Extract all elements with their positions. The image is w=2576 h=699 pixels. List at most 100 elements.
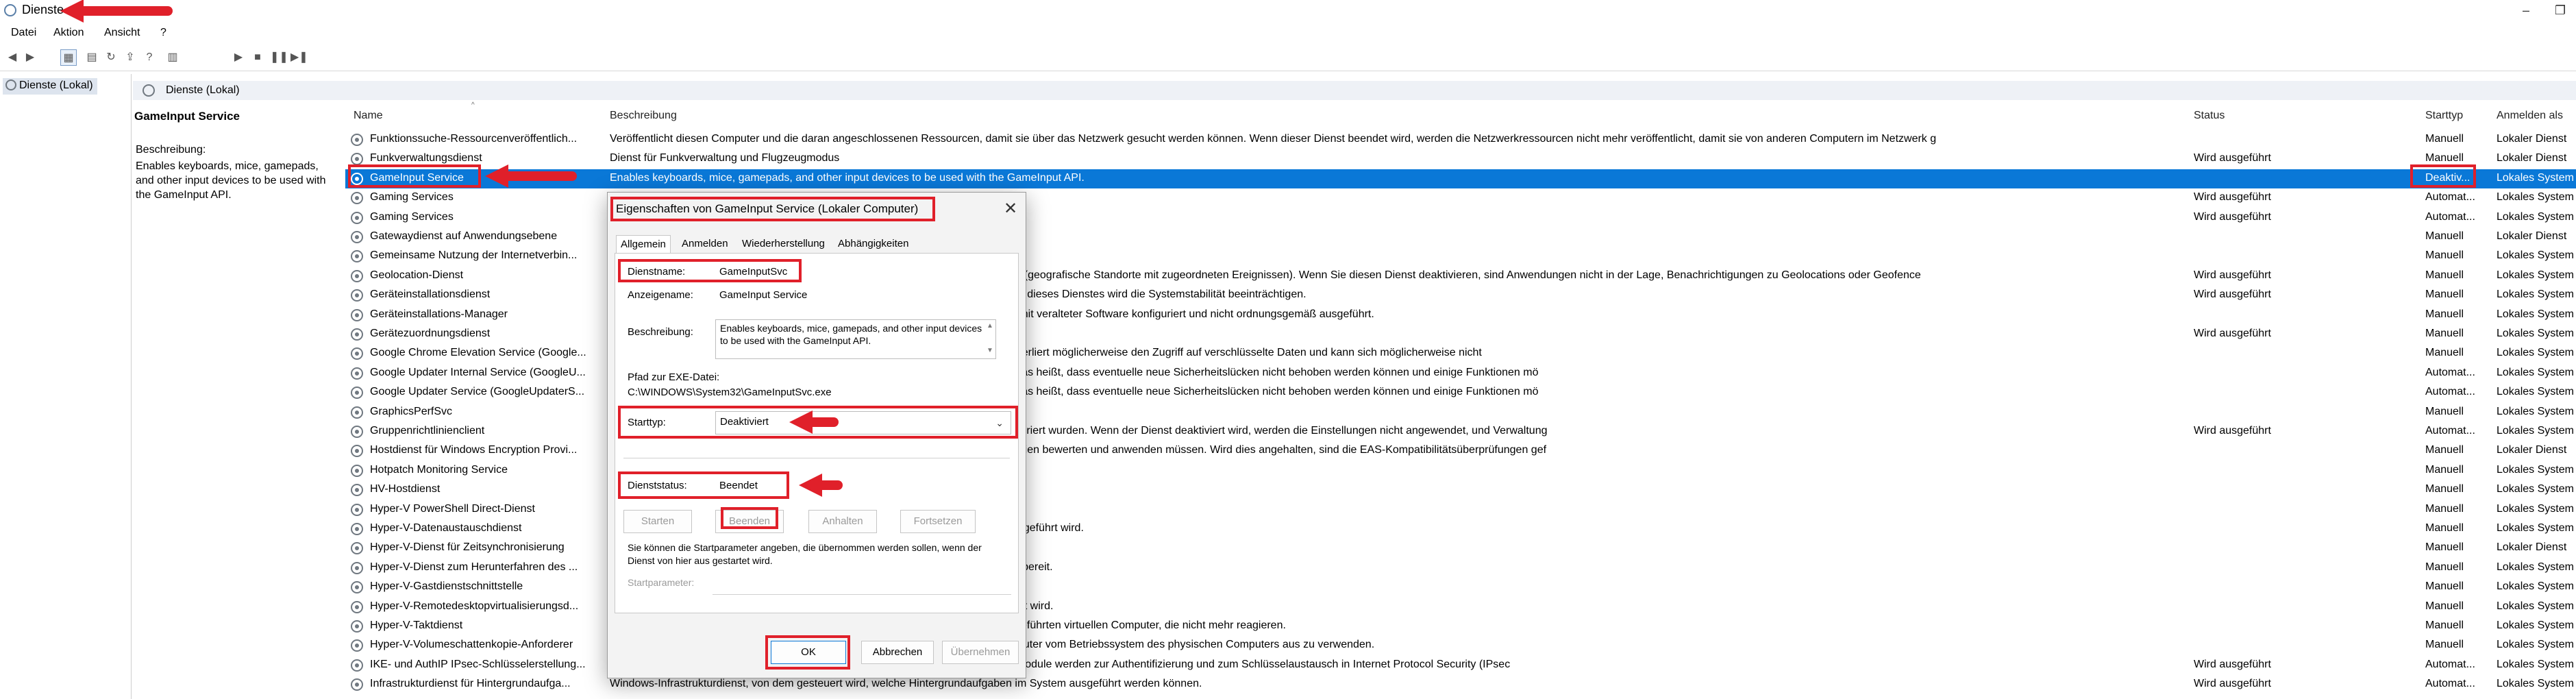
logon-cell: Lokales System: [2497, 425, 2574, 437]
refresh-icon[interactable]: ↻: [103, 49, 119, 66]
services-app-icon: [4, 4, 16, 16]
startup-type-cell: Manuell: [2425, 541, 2464, 554]
start-parameters-input[interactable]: [713, 574, 1011, 595]
logon-cell: Lokaler Dienst: [2497, 133, 2567, 145]
column-header-logon[interactable]: Anmelden als: [2497, 110, 2563, 122]
view-icon[interactable]: ▥: [164, 49, 181, 66]
menu-aktion[interactable]: Aktion: [53, 27, 84, 39]
minimize-icon[interactable]: –: [2517, 1, 2535, 19]
gear-icon: [5, 79, 16, 90]
restart-icon[interactable]: ▶❚: [290, 49, 308, 66]
service-name-cell: Gaming Services: [370, 210, 454, 223]
toolbar: ◀ ▶ ▦ ▤ ↻ ⇪ ? ▥ ▶ ■ ❚❚ ▶❚: [0, 45, 2576, 71]
gear-icon: [351, 134, 363, 146]
exe-path-value: C:\WINDOWS\System32\GameInputSvc.exe: [628, 387, 832, 398]
logon-cell: Lokales System: [2497, 269, 2574, 281]
selected-service-name: GameInput Service: [134, 110, 240, 123]
service-name-cell: Geräteinstallationsdienst: [370, 289, 491, 301]
service-name-cell: Funktionssuche-Ressourcenveröffentlich..…: [370, 133, 578, 145]
service-name-cell: Infrastrukturdienst für Hintergrundaufga…: [370, 678, 571, 690]
startup-type-cell: Manuell: [2425, 289, 2464, 301]
logon-cell: Lokales System: [2497, 678, 2574, 690]
service-status-cell: Wird ausgeführt: [2194, 152, 2271, 164]
startup-type-cell: Manuell: [2425, 308, 2464, 320]
service-name-cell: Google Chrome Elevation Service (Google.…: [370, 347, 586, 359]
show-tree-icon[interactable]: ▦: [60, 49, 77, 66]
tab-recovery[interactable]: Wiederherstellung: [738, 235, 829, 253]
restore-icon[interactable]: ❐: [2551, 1, 2569, 19]
table-row[interactable]: Funktionssuche-Ressourcenveröffentlich..…: [345, 130, 2576, 149]
start-button[interactable]: Starten: [623, 510, 692, 533]
column-header-name[interactable]: Name: [354, 110, 383, 122]
gear-icon: [351, 600, 363, 613]
logon-cell: Lokales System: [2497, 366, 2574, 378]
service-status-cell: Wird ausgeführt: [2194, 210, 2271, 223]
description-label: Beschreibung:: [136, 144, 206, 156]
logon-cell: Lokales System: [2497, 522, 2574, 534]
gear-icon: [351, 211, 363, 224]
description-field: Enables keyboards, mice, gamepads, and o…: [715, 319, 996, 359]
logon-cell: Lokales System: [2497, 620, 2574, 631]
table-row[interactable]: Funkverwaltungsdienst Dienst für Funkverw…: [345, 149, 2576, 169]
gear-icon: [351, 581, 363, 594]
startup-type-cell: Automat...: [2425, 366, 2475, 378]
menu-ansicht[interactable]: Ansicht: [104, 27, 140, 39]
play-icon[interactable]: ▶: [230, 49, 247, 66]
menu-help[interactable]: ?: [160, 27, 166, 39]
startup-type-cell: Automat...: [2425, 425, 2475, 437]
startup-type-cell: Manuell: [2425, 620, 2464, 631]
startup-type-cell: Manuell: [2425, 502, 2464, 515]
logon-cell: Lokales System: [2497, 210, 2574, 223]
logon-cell: Lokales System: [2497, 308, 2574, 320]
menu-datei[interactable]: Datei: [11, 27, 36, 39]
stop-icon[interactable]: ■: [249, 49, 266, 66]
close-icon[interactable]: ✕: [998, 197, 1023, 221]
properties-dialog: Eigenschaften von GameInput Service (Lok…: [607, 192, 1026, 678]
table-row[interactable]: GameInput Service Enables keyboards, mice…: [345, 169, 2576, 188]
service-name-cell: Hostdienst für Windows Encryption Provi.…: [370, 444, 578, 456]
service-description-cell: Enables keyboards, mice, gamepads, and o…: [610, 171, 1085, 184]
logon-cell: Lokales System: [2497, 347, 2574, 359]
apply-button[interactable]: Übernehmen: [942, 641, 1019, 664]
annotation-box-ok-button: [765, 635, 850, 670]
scroll-down-icon[interactable]: ▼: [987, 347, 993, 354]
startup-type-cell: Manuell: [2425, 444, 2464, 456]
service-name-cell: HV-Hostdienst: [370, 483, 441, 495]
gear-icon: [351, 153, 363, 166]
column-header-startup-type[interactable]: Starttyp: [2425, 110, 2463, 122]
startup-type-cell: Manuell: [2425, 639, 2464, 651]
logon-cell: Lokales System: [2497, 639, 2574, 651]
pause-button[interactable]: Anhalten: [808, 510, 877, 533]
logon-cell: Lokaler Dienst: [2497, 152, 2567, 164]
tab-general[interactable]: Allgemein: [616, 235, 671, 253]
startup-type-cell: Manuell: [2425, 230, 2464, 242]
startup-type-cell: Manuell: [2425, 600, 2464, 612]
gear-icon: [351, 406, 363, 419]
service-name-cell: GraphicsPerfSvc: [370, 405, 453, 417]
export-icon[interactable]: ⇪: [122, 49, 138, 66]
tab-dependencies[interactable]: Abhängigkeiten: [834, 235, 913, 253]
sort-indicator-icon: ^: [471, 101, 475, 109]
description-pane: GameInput Service Beschreibung: Enables …: [134, 103, 340, 699]
service-name-cell: IKE- und AuthIP IPsec-Schlüsselerstellun…: [370, 658, 586, 670]
properties-icon[interactable]: ▤: [84, 49, 100, 66]
logon-cell: Lokales System: [2497, 289, 2574, 301]
startup-type-cell: Manuell: [2425, 463, 2464, 476]
tab-logon[interactable]: Anmelden: [678, 235, 732, 253]
startup-type-cell: Manuell: [2425, 328, 2464, 339]
gear-icon: [351, 561, 363, 574]
continue-button[interactable]: Fortsetzen: [900, 510, 976, 533]
back-icon[interactable]: ◀: [4, 49, 21, 66]
help-icon[interactable]: ?: [141, 49, 158, 66]
pause-icon[interactable]: ❚❚: [270, 49, 288, 66]
tree-node-label: Dienste (Lokal): [19, 79, 93, 91]
gear-icon: [351, 503, 363, 516]
forward-icon[interactable]: ▶: [22, 49, 38, 66]
column-header-status[interactable]: Status: [2194, 110, 2225, 122]
column-header-description[interactable]: Beschreibung: [610, 110, 677, 122]
service-status-cell: Wird ausgeführt: [2194, 425, 2271, 437]
tree-node-services-local[interactable]: Dienste (Lokal): [3, 78, 97, 95]
startup-type-cell: Manuell: [2425, 249, 2464, 262]
cancel-button[interactable]: Abbrechen: [861, 641, 934, 664]
scroll-up-icon[interactable]: ▲: [987, 322, 993, 330]
